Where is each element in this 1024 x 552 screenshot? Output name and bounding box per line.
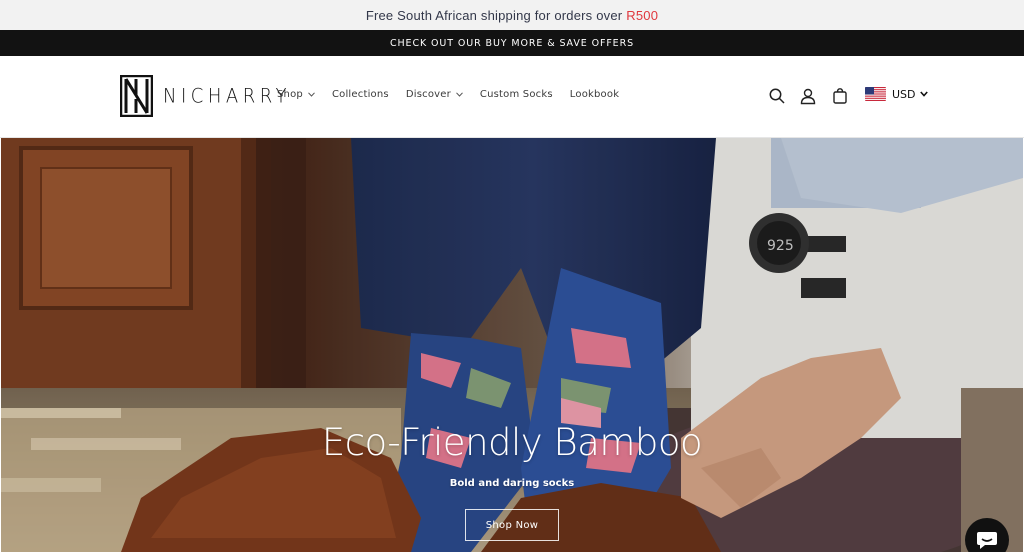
cart-icon[interactable]	[831, 87, 849, 105]
nav-collections-label: Collections	[331, 89, 389, 100]
currency-selector[interactable]: USD	[865, 87, 928, 101]
nav-custom-socks[interactable]: Custom Socks	[480, 89, 553, 100]
hero-subtitle: Bold and daring socks	[449, 478, 575, 489]
shipping-text: Free South African shipping for orders o…	[365, 7, 623, 23]
site-header: NICHARRY Shop Collections Discover Custo…	[0, 56, 1024, 138]
shipping-amount: R500	[626, 7, 659, 23]
promo-announcement-bar[interactable]: CHECK OUT OUR BUY MORE & SAVE OFFERS	[0, 30, 1024, 56]
header-tools: USD	[724, 86, 1024, 108]
nav-shop-label: Shop	[277, 89, 303, 100]
search-icon[interactable]	[768, 87, 786, 105]
shop-now-button[interactable]: Shop Now	[465, 509, 559, 541]
nav-custom-socks-label: Custom Socks	[479, 89, 553, 100]
shipping-announcement: Free South African shipping for orders o…	[0, 0, 1024, 30]
nav-lookbook-label: Lookbook	[569, 89, 620, 100]
currency-label: USD	[892, 87, 916, 101]
hero-title: Eco-Friendly Bamboo	[321, 421, 703, 464]
logo-wordmark: NICHARRY	[163, 84, 292, 108]
promo-text[interactable]: CHECK OUT OUR BUY MORE & SAVE OFFERS	[390, 38, 634, 49]
account-icon[interactable]	[799, 87, 817, 105]
us-flag-icon	[865, 87, 886, 101]
chevron-down-icon	[919, 91, 928, 97]
hero-banner: 925 Eco-Friendly Bamboo Bold and daring …	[1, 138, 1023, 552]
main-nav: Shop Collections Discover Custom Socks L…	[277, 89, 636, 100]
nav-discover-label: Discover	[405, 89, 451, 100]
nav-collections[interactable]: Collections	[332, 89, 389, 100]
nav-lookbook[interactable]: Lookbook	[570, 89, 619, 100]
logo[interactable]: NICHARRY	[120, 75, 291, 117]
nav-discover[interactable]: Discover	[406, 89, 463, 100]
nav-shop[interactable]: Shop	[277, 89, 315, 100]
hero-image: 925	[1, 138, 1023, 552]
chevron-down-icon	[308, 92, 315, 97]
chevron-down-icon	[456, 92, 463, 97]
chat-icon	[977, 532, 997, 549]
logo-mark-icon	[120, 75, 153, 117]
